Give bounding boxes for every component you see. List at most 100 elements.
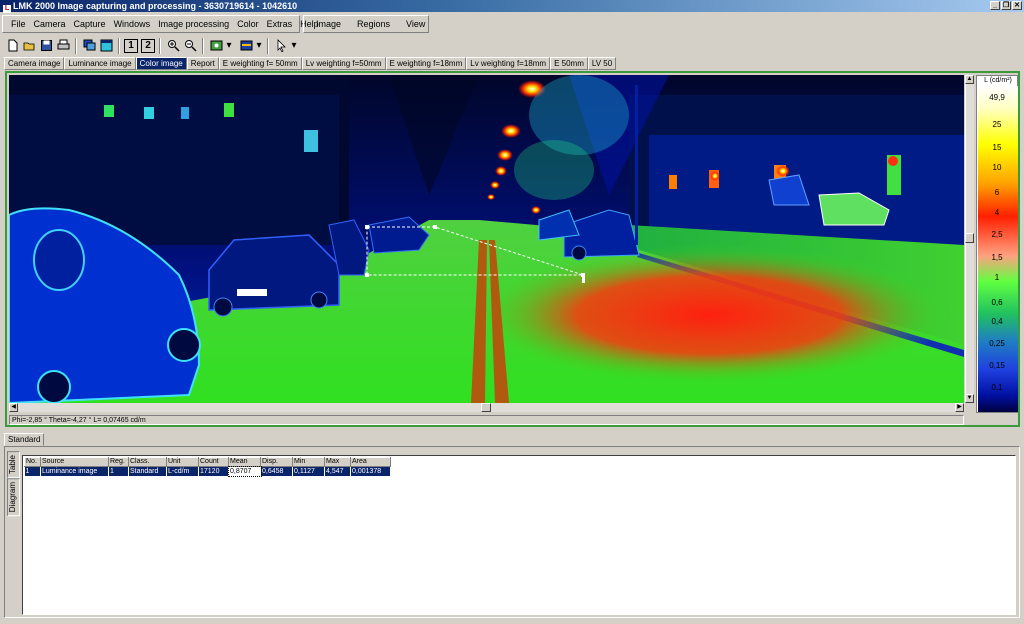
table-cell[interactable]: Luminance image (40, 466, 109, 476)
menu-capture[interactable]: Capture (70, 19, 110, 29)
scroll-down-arrow-icon[interactable]: ▼ (965, 394, 974, 403)
image-panel: ▲ ▼ ◀ ▶ L (cd/m²) 49,9 25 15 10 6 4 2,5 … (5, 71, 1020, 427)
menu-bar: File Camera Capture Windows Image proces… (0, 14, 1024, 34)
column-header[interactable]: Mean (228, 457, 261, 467)
column-header[interactable]: No. (24, 457, 41, 467)
results-table-box: No. Source Reg. Class. Unit Count Mean Disp. Min… (22, 455, 1016, 615)
table-cell[interactable]: 0,1127 (292, 466, 325, 476)
tab-luminance-image[interactable]: Luminance image (64, 57, 136, 70)
vertical-scrollbar[interactable]: ▲ ▼ (965, 75, 974, 403)
zoom-in-icon[interactable] (165, 38, 181, 54)
chevron-down-icon[interactable]: ▾ (255, 38, 263, 54)
view-one-icon[interactable]: 1 (124, 38, 138, 53)
table-cell[interactable]: Standard (128, 466, 167, 476)
horizontal-scroll-thumb[interactable] (481, 403, 491, 412)
table-cell[interactable]: 0,8707 (227, 465, 262, 477)
tab-lv-50[interactable]: LV 50 (587, 57, 617, 70)
table-cell[interactable]: 0,6458 (260, 466, 293, 476)
print-icon[interactable] (55, 38, 71, 54)
menu-color[interactable]: Color (233, 19, 263, 29)
column-header[interactable]: Max (324, 457, 351, 467)
horizontal-scrollbar[interactable]: ◀ ▶ (9, 403, 965, 412)
menu-view[interactable]: View (398, 19, 433, 29)
legend-label: 4 (994, 208, 1000, 217)
legend-title: L (cd/m²) (984, 77, 1012, 84)
legend-label: 0,4 (991, 317, 1003, 326)
table-cell[interactable]: 1 (24, 466, 41, 476)
tab-standard[interactable]: Standard (4, 433, 45, 446)
palette-icon[interactable] (238, 38, 254, 54)
menu-camera[interactable]: Camera (30, 19, 70, 29)
tab-table[interactable]: Table (7, 451, 20, 479)
column-header[interactable]: Class. (128, 457, 167, 467)
luminance-color-legend: L (cd/m²) 49,9 25 15 10 6 4 2,5 1,5 1 0,… (976, 75, 1018, 413)
column-header[interactable]: Unit (166, 457, 199, 467)
zoom-out-icon[interactable] (182, 38, 198, 54)
legend-label: 0,6 (991, 298, 1003, 307)
app-icon: L (3, 5, 11, 13)
table-cell[interactable]: L-cd/m (166, 466, 199, 476)
chevron-down-icon[interactable]: ▾ (225, 38, 233, 54)
tab-lv-weighting-18[interactable]: Lv weighting f=18mm (466, 57, 551, 70)
restore-button[interactable]: ❐ (1001, 1, 1011, 10)
legend-label: 1 (994, 273, 1000, 282)
menu-windows[interactable]: Windows (110, 19, 155, 29)
image-color-icon[interactable] (208, 38, 224, 54)
window-title: LMK 2000 Image capturing and processing … (13, 1, 298, 11)
vertical-scroll-thumb[interactable] (965, 233, 974, 243)
screen-icon[interactable] (98, 38, 114, 54)
title-bar: L LMK 2000 Image capturing and processing… (0, 0, 1024, 13)
false-color-luminance-image[interactable] (9, 75, 964, 403)
tab-color-image[interactable]: Color image (135, 57, 187, 70)
legend-label: 2,5 (991, 230, 1003, 239)
scroll-up-arrow-icon[interactable]: ▲ (965, 75, 974, 84)
legend-label: 0,1 (991, 383, 1003, 392)
save-icon[interactable] (38, 38, 54, 54)
column-header[interactable]: Count (198, 457, 229, 467)
chevron-down-icon[interactable]: ▾ (290, 38, 298, 54)
table-cell[interactable]: 17120 (198, 466, 229, 476)
tab-e-weighting-50[interactable]: E weighting f= 50mm (218, 57, 302, 70)
legend-label: 10 (992, 163, 1002, 172)
scroll-right-arrow-icon[interactable]: ▶ (955, 403, 964, 412)
toolbar-separator (118, 37, 120, 54)
menu-regions[interactable]: Regions (349, 19, 398, 29)
tab-e-50mm[interactable]: E 50mm (550, 57, 588, 70)
menu-file[interactable]: File (7, 19, 30, 29)
column-header[interactable]: Disp. (260, 457, 293, 467)
tab-e-weighting-18[interactable]: E weighting f=18mm (385, 57, 467, 70)
view-two-icon[interactable]: 2 (141, 38, 155, 53)
legend-label: 49,9 (989, 93, 1005, 102)
pointer-icon[interactable] (273, 38, 289, 54)
column-header[interactable]: Min (292, 457, 325, 467)
table-cell[interactable]: 0,001378 (350, 466, 391, 476)
toolbar-separator (202, 37, 204, 54)
results-table: No. Source Reg. Class. Unit Count Mean Disp. Min… (24, 457, 391, 477)
close-button[interactable]: ✕ (1012, 1, 1022, 10)
table-cell[interactable]: 4,547 (324, 466, 351, 476)
menu-image-processing[interactable]: Image processing (154, 19, 233, 29)
minimize-button[interactable]: _ (990, 1, 1000, 10)
table-cell[interactable]: 1 (108, 466, 129, 476)
tab-lv-weighting-50[interactable]: Lv weighting f=50mm (301, 57, 386, 70)
secondary-menu: Image Regions View (303, 15, 429, 33)
column-header[interactable]: Source (40, 457, 109, 467)
column-header[interactable]: Reg. (108, 457, 129, 467)
table-row[interactable]: 1 Luminance image 1 Standard L-cd/m 17120 0,87… (24, 465, 391, 477)
tab-diagram[interactable]: Diagram (7, 478, 20, 517)
toolbar-separator (75, 37, 77, 54)
cursor-status-line: Phi=-2,85 ° Theta=-4,27 ° L= 0,07465 cd/… (9, 415, 964, 425)
legend-label: 25 (992, 120, 1002, 129)
tab-camera-image[interactable]: Camera image (4, 57, 65, 70)
main-menu: File Camera Capture Windows Image proces… (2, 15, 319, 33)
legend-label: 15 (992, 143, 1002, 152)
scroll-left-arrow-icon[interactable]: ◀ (9, 403, 18, 412)
windows-icon[interactable] (81, 38, 97, 54)
tab-report[interactable]: Report (186, 57, 219, 70)
legend-label: 1,5 (991, 253, 1003, 262)
new-file-icon[interactable] (4, 38, 20, 54)
column-header[interactable]: Area (350, 457, 391, 467)
open-folder-icon[interactable] (21, 38, 37, 54)
menu-extras[interactable]: Extras (263, 19, 297, 29)
menu-image[interactable]: Image (308, 19, 349, 29)
